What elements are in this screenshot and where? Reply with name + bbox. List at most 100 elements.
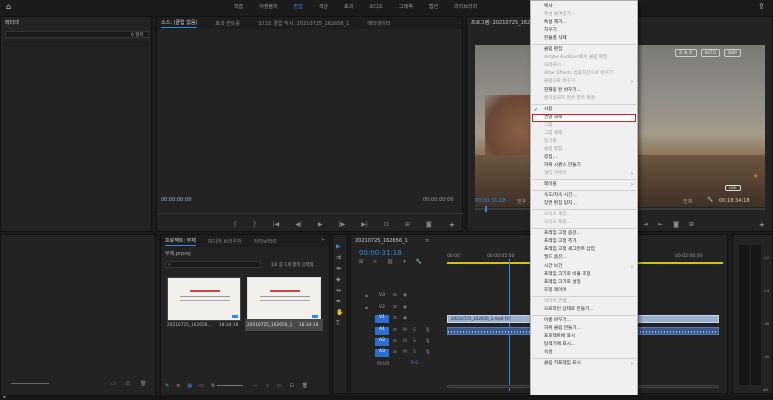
menu-item[interactable]: 오프라인 상태로 만들기...	[532, 306, 636, 314]
solo-icon[interactable]: S	[413, 350, 416, 355]
go-to-in-icon[interactable]: |◀	[273, 221, 280, 228]
menu-item[interactable]: 미디어 연결...	[532, 298, 636, 306]
icon-view-icon[interactable]: ▦	[187, 383, 192, 389]
track-sync-icon[interactable]: ⊟	[393, 350, 397, 355]
menu-item[interactable]: 멀티 카메라 ›	[532, 170, 636, 178]
solo-icon[interactable]: S	[413, 328, 416, 333]
eye-icon[interactable]: ◉	[403, 316, 407, 321]
workspace-tab[interactable]: 캡션	[429, 3, 438, 10]
playhead[interactable]	[485, 206, 487, 212]
eye-icon[interactable]: ◉	[403, 305, 407, 310]
selection-tool-icon[interactable]: ▶	[336, 243, 343, 250]
menu-item[interactable]: 탐색기에 표시...	[532, 341, 636, 349]
resolution-dropdown[interactable]: 전체	[683, 198, 692, 205]
menu-item[interactable]: 렌더링되지 않은 항목 복원	[532, 95, 636, 103]
workspace-tab[interactable]: 편집	[294, 3, 303, 10]
menu-item[interactable]: 클립 편집	[532, 46, 636, 54]
menu-item[interactable]: 하위 시퀀스 만들기	[532, 162, 636, 170]
menu-item[interactable]: 그룹 해제	[532, 130, 636, 138]
freeform-view-icon[interactable]: ▭	[199, 383, 204, 389]
menu-item[interactable]: 현재링 된 바꾸기...	[532, 87, 636, 95]
razor-tool-icon[interactable]: ◈	[336, 276, 343, 283]
step-back-icon[interactable]: ◀|	[295, 221, 302, 228]
track-lock-icon[interactable]: ▪	[365, 294, 368, 299]
mute-icon[interactable]: M	[403, 350, 407, 355]
go-to-out-icon[interactable]: ▶|	[361, 221, 368, 228]
clip-thumbnail-selected[interactable]	[247, 277, 321, 321]
mute-icon[interactable]: M	[403, 339, 407, 344]
track-label-active[interactable]: A2	[375, 338, 389, 346]
mark-out-icon[interactable]: }	[253, 221, 257, 228]
snap-icon[interactable]: ∩	[373, 259, 377, 265]
mic-icon[interactable]: 🎙	[425, 350, 431, 355]
menu-item[interactable]: 프레임 크기로 설정	[532, 279, 636, 287]
find-icon[interactable]: ⌕	[266, 383, 269, 389]
menu-item[interactable]: 필드 옵션...	[532, 254, 636, 262]
project-search-input[interactable]: ⌕	[165, 261, 261, 268]
add-marker-icon[interactable]: ▾	[403, 259, 406, 265]
share-icon[interactable]: ⇪	[758, 2, 765, 11]
search-input[interactable]	[5, 31, 149, 38]
eye-icon[interactable]: ◉	[403, 293, 407, 298]
menu-item[interactable]: 이름 바꾸기...	[532, 317, 636, 325]
sort-icon[interactable]: ⇅	[211, 383, 215, 389]
pencil-icon[interactable]: ✎	[165, 383, 169, 389]
source-tab[interactable]: 오디오 클립 믹서: 20210725_162656_1	[258, 20, 349, 27]
delete-icon[interactable]: 🗑	[302, 383, 308, 389]
menu-item[interactable]: 프로젝트에 표시	[532, 333, 636, 341]
new-bin-icon[interactable]: ▭	[111, 381, 116, 387]
menu-item[interactable]: 클립 병합...	[532, 146, 636, 154]
workspace-tab[interactable]: 색상	[319, 3, 328, 10]
menu-item[interactable]: 그룹	[532, 122, 636, 130]
hand-tool-icon[interactable]: ✋	[336, 309, 343, 316]
menu-item[interactable]: 조정 레이어	[532, 287, 636, 295]
add-button-icon[interactable]: +	[449, 221, 455, 229]
panel-menu-icon[interactable]: »	[321, 237, 324, 243]
source-tab[interactable]: 메타데이터	[367, 20, 390, 27]
timeline-settings-icon[interactable]: 🔧	[416, 259, 422, 265]
slip-tool-icon[interactable]: ↔	[336, 287, 343, 294]
mic-icon[interactable]: 🎙	[425, 339, 431, 344]
menu-item[interactable]: 동기화	[532, 138, 636, 146]
new-item-icon[interactable]: ⊡	[126, 381, 130, 387]
delete-icon[interactable]: 🗑	[140, 381, 146, 387]
timeline-playhead[interactable]	[509, 259, 510, 391]
timeline-timecode[interactable]: 00:00:31:18	[359, 249, 402, 257]
home-icon[interactable]: ⌂	[6, 2, 11, 11]
overlay-button-auto[interactable]: AUTO	[700, 49, 720, 57]
lift-icon[interactable]: ⇥	[643, 221, 648, 228]
track-sync-icon[interactable]: ⊟	[393, 339, 397, 344]
menu-item[interactable]: 레이블 ›	[532, 181, 636, 189]
compare-icon[interactable]: ⊞	[689, 221, 694, 228]
overlay-button-language[interactable]: 후 화 로	[675, 49, 697, 57]
track-label-active[interactable]: A3	[375, 349, 389, 357]
menu-item[interactable]: 프레임 고정 옵션...	[532, 230, 636, 238]
effects-zoom-slider[interactable]	[11, 383, 49, 384]
menu-item[interactable]: Adobe Audition에서 클립 편집	[532, 54, 636, 62]
menu-item[interactable]: 장면 편집 탐지...	[532, 200, 636, 208]
track-sync-icon[interactable]: ⊟	[393, 293, 397, 298]
play-icon[interactable]: ▶	[318, 221, 323, 228]
track-select-tool-icon[interactable]: ⇉	[336, 254, 343, 261]
automate-icon[interactable]: ⋯	[253, 383, 258, 389]
menu-item[interactable]: 자리표시...	[532, 62, 636, 70]
master-volume[interactable]: 0.0	[411, 361, 418, 366]
list-view-icon[interactable]: ≡	[176, 383, 180, 389]
menu-item[interactable]: 프레임 크기로 비율 조정	[532, 271, 636, 279]
track-label[interactable]: V2	[379, 305, 385, 310]
menu-item[interactable]: 오디오 채널...	[532, 219, 636, 227]
project-tab[interactable]: 프로젝트: 무제	[165, 237, 196, 246]
overlay-button-skip[interactable]: SKIP	[723, 49, 741, 57]
source-tab[interactable]: 효과 컨트롤	[215, 20, 240, 27]
ripple-edit-tool-icon[interactable]: ⇹	[336, 265, 343, 272]
menu-item[interactable]: 클립으로 바꾸기 ›	[532, 78, 636, 86]
menu-item[interactable]: 속성	[532, 349, 636, 357]
track-sync-icon[interactable]: ⊟	[393, 328, 397, 333]
track-label-active[interactable]: V1	[375, 315, 389, 323]
pen-tool-icon[interactable]: ✒	[336, 298, 343, 305]
sequence-tab[interactable]: 20210725_162656_1	[355, 238, 408, 244]
track-lock-icon[interactable]: ▪	[365, 306, 368, 311]
menu-item[interactable]: 속도/지속 시간...	[532, 192, 636, 200]
track-sync-icon[interactable]: ⊟	[393, 305, 397, 310]
menu-item[interactable]: 특성 제거...	[532, 19, 636, 27]
